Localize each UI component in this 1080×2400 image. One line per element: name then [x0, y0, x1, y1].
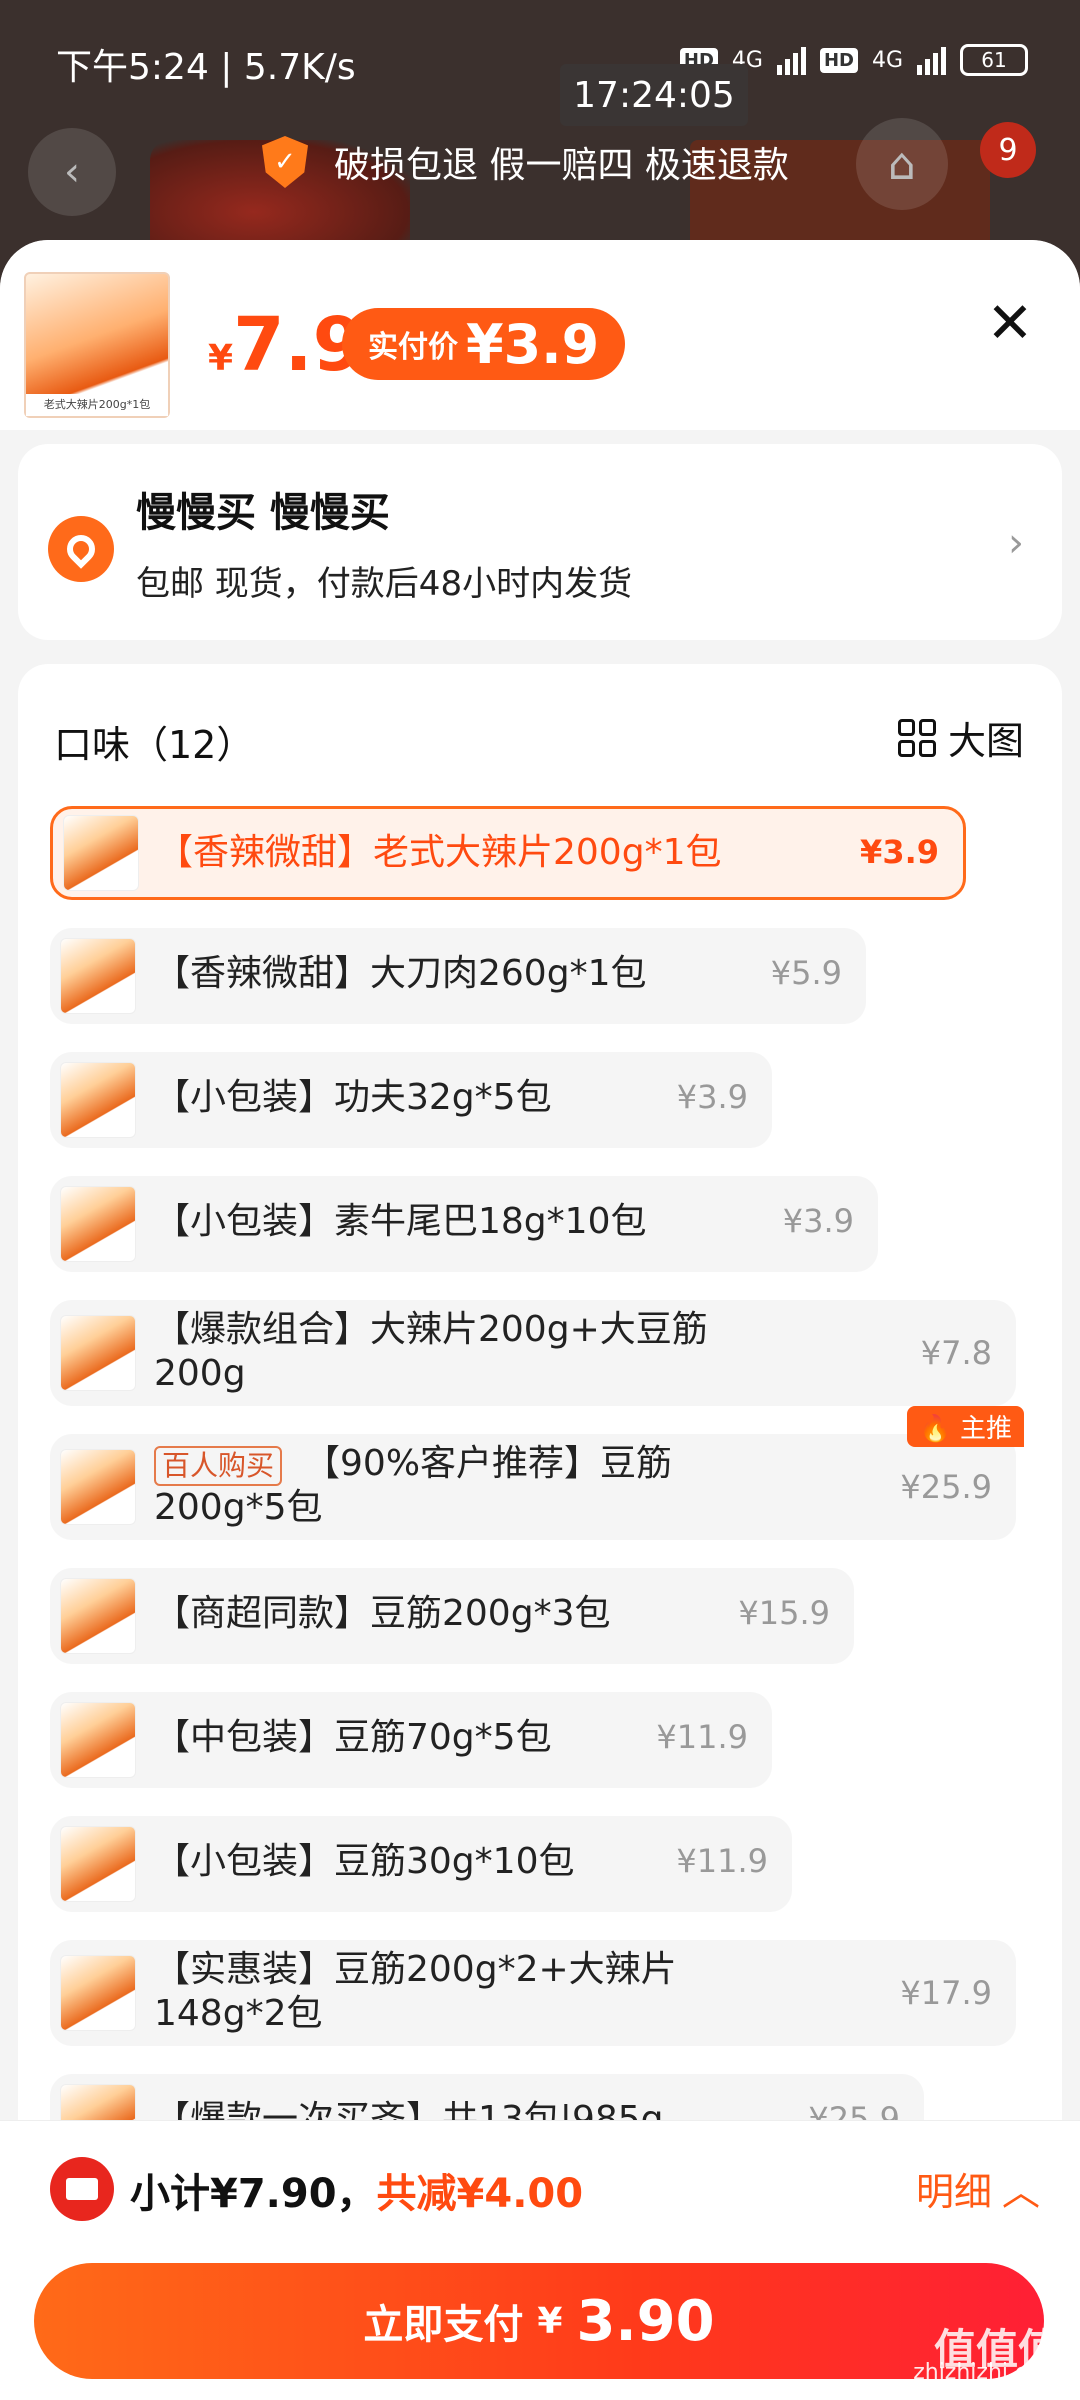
- cart-icon: ⌂: [856, 118, 948, 210]
- battery-icon: 61: [960, 44, 1028, 76]
- subtotal-amount: 小计¥7.90，: [130, 2171, 377, 2217]
- paid-price-value: ¥3.9: [466, 312, 600, 376]
- sku-price: ¥7.8: [920, 1334, 992, 1372]
- sku-price: ¥25.9: [900, 1468, 992, 1506]
- sku-name: 【爆款组合】大辣片200g+大豆筋200g: [154, 1309, 708, 1394]
- sku-name: 【小包装】素牛尾巴18g*10包: [154, 1201, 647, 1242]
- sku-price: ¥11.9: [676, 1842, 768, 1880]
- watermark-site: zhizhizhi.com: [913, 2360, 1062, 2385]
- sku-name: 【实惠装】豆筋200g*2+大辣片148g*2包: [154, 1949, 677, 2034]
- sku-name-wrap: 百人购买 【90%客户推荐】豆筋200g*5包: [154, 1442, 774, 1530]
- sku-thumbnail: [60, 1955, 136, 2031]
- options-card: 口味（12） 大图 【香辣微甜】老式大辣片200g*1包 ¥3.9 【香辣微甜】…: [18, 664, 1062, 2170]
- sku-option[interactable]: 【爆款组合】大辣片200g+大豆筋200g ¥7.8: [50, 1300, 1016, 1406]
- close-icon: ✕: [986, 291, 1034, 356]
- sku-option[interactable]: 【商超同款】豆筋200g*3包 ¥15.9: [50, 1568, 854, 1664]
- sku-price: ¥15.9: [738, 1594, 830, 1632]
- location-pin-icon: [48, 516, 114, 582]
- sku-price: ¥5.9: [770, 954, 842, 992]
- sku-name: 【商超同款】豆筋200g*3包: [154, 1593, 611, 1634]
- close-button[interactable]: ✕: [978, 292, 1042, 356]
- sku-name: 【香辣微甜】老式大辣片200g*1包: [157, 832, 722, 873]
- sku-option[interactable]: 【香辣微甜】大刀肉260g*1包 ¥5.9: [50, 928, 866, 1024]
- subtotal: 小计¥7.90，共减¥4.00: [130, 2161, 583, 2219]
- chevron-right-icon: ›: [1008, 520, 1024, 566]
- shipping-info: 包邮 现货，付款后48小时内发货: [136, 564, 633, 604]
- overlay-clock: 17:24:05: [560, 64, 748, 126]
- sku-name: 【小包装】豆筋30g*10包: [154, 1841, 575, 1882]
- signal-icon-2: [917, 45, 946, 75]
- sku-thumbnail: [60, 1315, 136, 1391]
- sku-price: ¥11.9: [656, 1718, 748, 1756]
- pay-amount: 3.90: [576, 2288, 715, 2354]
- options-title: 口味（12）: [54, 723, 255, 767]
- big-picture-toggle[interactable]: 大图: [897, 710, 1024, 765]
- sku-option-selected[interactable]: 【香辣微甜】老式大辣片200g*1包 ¥3.9: [50, 806, 966, 900]
- back-button: ‹: [28, 128, 116, 216]
- status-bar: 下午5:24 | 5.7K/s HD 4G HD 4G 61: [0, 0, 1080, 120]
- sku-thumbnail: [60, 1449, 136, 1525]
- signal-icon: [776, 45, 806, 75]
- sku-option[interactable]: 【实惠装】豆筋200g*2+大辣片148g*2包 ¥17.9: [50, 1940, 1016, 2046]
- thumbnail-caption: 老式大辣片200g*1包: [26, 394, 168, 416]
- reduction-amount: 共减¥4.00: [376, 2171, 584, 2217]
- address-name: 慢慢买 慢慢买: [136, 490, 390, 536]
- product-thumbnail[interactable]: 老式大辣片200g*1包: [24, 272, 170, 418]
- address-card[interactable]: 慢慢买 慢慢买 包邮 现货，付款后48小时内发货 ›: [18, 444, 1062, 640]
- status-time-speed: 下午5:24 | 5.7K/s: [56, 47, 356, 88]
- sku-thumbnail: [60, 1578, 136, 1654]
- sku-price: ¥3.9: [676, 1078, 748, 1116]
- sku-name: 【香辣微甜】大刀肉260g*1包: [154, 953, 647, 994]
- sku-thumbnail: [60, 1826, 136, 1902]
- sku-option[interactable]: 【小包装】豆筋30g*10包 ¥11.9: [50, 1816, 792, 1912]
- sku-thumbnail: [60, 1062, 136, 1138]
- recommended-badge-label: 主推: [959, 1414, 1012, 1444]
- coupon-icon: [50, 2157, 114, 2221]
- detail-label: 明细: [915, 2170, 992, 2214]
- pay-now-button[interactable]: 立即支付 ¥3.90: [34, 2263, 1044, 2379]
- guarantee-banner: ✓ 破损包退 假一赔四 极速退款: [262, 136, 789, 188]
- sku-option[interactable]: 🔥 主推 百人购买 【90%客户推荐】豆筋200g*5包 ¥25.9: [50, 1406, 1024, 1540]
- sku-thumbnail: [60, 1186, 136, 1262]
- sku-option[interactable]: 【中包装】豆筋70g*5包 ¥11.9: [50, 1692, 772, 1788]
- sku-option[interactable]: 【小包装】功夫32g*5包 ¥3.9: [50, 1052, 772, 1148]
- sku-thumbnail: [60, 938, 136, 1014]
- paid-price-badge: 实付价 ¥3.9: [342, 308, 626, 380]
- big-picture-label: 大图: [947, 719, 1024, 763]
- recommended-badge: 🔥 主推: [907, 1406, 1024, 1447]
- paid-price-label: 实付价: [368, 330, 458, 365]
- sku-price: ¥17.9: [900, 1974, 992, 2012]
- network-label-2: 4G: [871, 47, 903, 73]
- hundred-buyers-tag: 百人购买: [154, 1446, 283, 1486]
- cart-badge: 9: [980, 122, 1036, 178]
- pay-currency: ¥: [537, 2300, 563, 2342]
- product-price: ¥7.9: [208, 302, 364, 388]
- price-detail-toggle[interactable]: 明细 ︿: [916, 2161, 1040, 2216]
- sku-option[interactable]: 【小包装】素牛尾巴18g*10包 ¥3.9: [50, 1176, 878, 1272]
- hd-icon-2: HD: [819, 47, 858, 73]
- sku-price: ¥3.9: [782, 1202, 854, 1240]
- guarantee-text: 破损包退 假一赔四 极速退款: [334, 145, 789, 186]
- grid-icon: [897, 718, 936, 757]
- sku-thumbnail: [63, 815, 139, 891]
- shield-icon: ✓: [262, 136, 308, 188]
- sku-name: 【小包装】功夫32g*5包: [154, 1077, 552, 1118]
- sku-sheet: 老式大辣片200g*1包 ¥7.9 实付价 ¥3.9 ✕ 慢慢买 慢慢买 包邮 …: [0, 240, 1080, 2400]
- sku-name: 【中包装】豆筋70g*5包: [154, 1717, 552, 1758]
- checkout-bar: 小计¥7.90，共减¥4.00 明细 ︿ 立即支付 ¥3.90: [0, 2120, 1080, 2400]
- price-currency: ¥: [208, 338, 234, 379]
- sku-thumbnail: [60, 1702, 136, 1778]
- chevron-up-icon: ︿: [1001, 2170, 1040, 2214]
- sku-price: ¥3.9: [860, 833, 939, 871]
- sheet-header: 老式大辣片200g*1包 ¥7.9 实付价 ¥3.9 ✕: [0, 240, 1080, 430]
- pay-label: 立即支付: [363, 2302, 524, 2348]
